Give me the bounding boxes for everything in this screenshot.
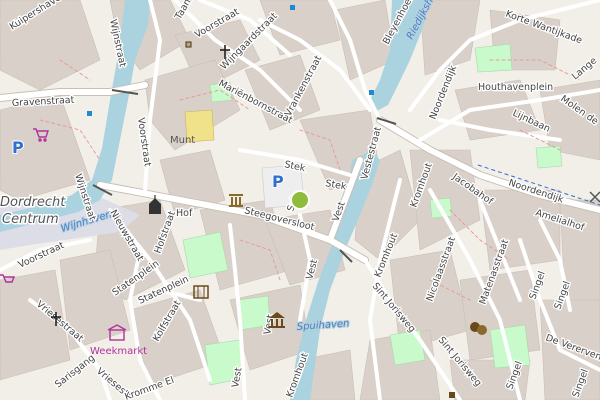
spuihaven-label: Spuihaven (296, 318, 349, 333)
street-label: Houthavenplein (478, 82, 553, 93)
street-label: Hof (176, 208, 193, 219)
courthouse-icon (229, 194, 243, 207)
church-icon (185, 41, 192, 48)
munt-label: Munt (170, 135, 195, 146)
district-label-line2: Centrum (2, 212, 59, 227)
street-label: Stek (324, 178, 347, 193)
parking-icon: P (272, 172, 284, 191)
map-canvas[interactable]: Wijnhaven Spuihaven Riedijkshaven Dordre… (0, 0, 600, 400)
map-svg[interactable]: Wijnhaven Spuihaven Riedijkshaven Dordre… (0, 0, 600, 400)
street-label: Gravenstraat (12, 95, 75, 109)
street-label: Lange (570, 55, 599, 82)
parking-icon: P (12, 138, 24, 157)
bus-stop-icon (87, 111, 92, 116)
location-marker-icon[interactable] (290, 190, 310, 210)
toilets-icon (449, 392, 455, 398)
bus-stop-icon (290, 5, 295, 10)
bus-stop-icon (369, 90, 374, 95)
weekmarkt-label: Weekmarkt (90, 346, 147, 357)
district-label-line1: Dordrecht (0, 195, 66, 210)
